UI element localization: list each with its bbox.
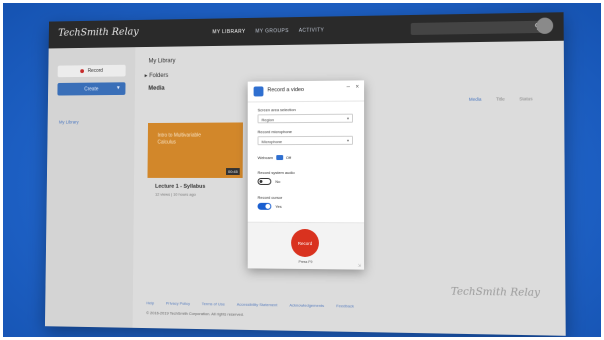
image-border: [0, 0, 604, 340]
